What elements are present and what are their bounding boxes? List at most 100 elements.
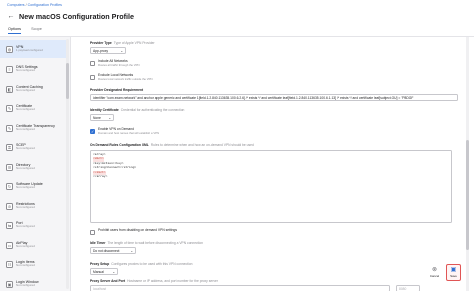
identity-certificate-value: None [93,115,101,120]
sidebar-item-airplay[interactable]: ▭ AirPlay Not configured [0,236,66,254]
globe-icon: ◍ [6,45,13,53]
airplay-icon: ▭ [6,241,13,249]
breadcrumb-computers[interactable]: Computers [7,3,25,7]
exclude-local-networks-description: Routes local network traffic outside the… [98,76,153,81]
sidebar-scrollbar[interactable] [66,39,69,289]
sidebar-item-status: Not configured [16,88,35,93]
sidebar-item-status: Not configured [16,244,35,249]
proxy-server-field[interactable]: localhost [90,285,390,291]
content-scrollbar[interactable] [466,37,469,291]
provider-type-value: App-proxy [93,48,109,53]
proxy-setup-value: Manual [93,269,104,274]
provider-type-hint: Type of Apple VPN Provider [113,41,155,45]
designated-requirement-label: Provider Designated Requirement [90,88,144,92]
cancel-icon: ⊗ [431,267,438,273]
certificate-icon: ✎ [6,104,13,112]
breadcrumb-configuration-profiles[interactable]: Configuration Profiles [28,3,62,7]
idle-timer-value: Do not disconnect [93,248,120,253]
breadcrumb: Computers / Configuration Profiles [7,3,62,7]
on-demand-rules-hint: Rules to determine when and how an on-de… [150,143,254,147]
sidebar-item-status: Not configured [16,68,35,73]
proxy-port-field[interactable]: 8080 [396,285,420,291]
sidebar-item-login-window[interactable]: ▣ Login Window Not configured [0,275,66,291]
sidebar-item-status: Not configured [16,127,35,132]
back-arrow-icon[interactable]: ← [7,12,15,20]
on-demand-rules-label: On Demand Rules Configuration XML Rules t… [90,143,254,147]
sidebar-item-certificate-transparency[interactable]: ✎ Certificate Transparency Not configured [0,119,66,137]
sidebar-item-login-items[interactable]: ☷ Login Items Not configured [0,255,66,273]
save-label: Save [450,274,457,278]
idle-timer-select[interactable]: Do not disconnect ⌄ [90,247,136,254]
proxy-setup-select[interactable]: Manual ⌄ [90,268,118,275]
identity-certificate-hint: Credential for authenticating the connec… [120,108,185,112]
include-all-networks-checkbox[interactable] [90,60,95,66]
enable-vpn-on-demand-description: Domain and host names that will establis… [98,130,160,135]
login-window-icon: ▣ [6,280,13,288]
dns-icon: ≡ [6,65,13,73]
cancel-button[interactable]: ⊗ Cancel [427,264,442,281]
title-bar: ← New macOS Configuration Profile [7,11,135,21]
sidebar-scrollbar-thumb[interactable] [66,63,69,99]
designated-requirement-field[interactable]: identifier "com.exam.network" and anchor… [90,94,458,101]
sidebar-item-content-caching[interactable]: ◧ Content Caching Not configured [0,80,66,98]
tab-scope[interactable]: Scope [31,27,42,34]
sidebar-item-status: Not configured [16,205,35,210]
sidebar-item-directory[interactable]: ☰ Directory Not configured [0,158,66,176]
include-all-networks-option[interactable]: Include All Networks Routes all traffic t… [90,59,140,67]
sidebar-item-restrictions[interactable]: ⊘ Restrictions Not configured [0,197,66,215]
proxy-server-label: Proxy Server And Port Hostname or IP addr… [90,279,218,283]
sidebar-item-status: Not configured [16,283,35,288]
identity-certificate-select[interactable]: None ⌄ [90,114,114,121]
chevron-down-icon: ⌄ [112,269,115,274]
sidebar-item-status: Not configured [16,185,35,190]
page-title: New macOS Configuration Profile [19,11,135,21]
provider-type-select[interactable]: App-proxy ⌄ [90,47,126,54]
payload-sidebar: ◍ VPN 1 payload configured ≡ DNS Settings… [0,37,71,291]
proxy-server-hint: Hostname or IP address, and port number … [127,279,218,283]
cache-icon: ◧ [6,85,13,93]
prohibit-disabling-label: Prohibit users from disabling on demand … [98,228,177,232]
enable-vpn-on-demand-checkbox[interactable]: ✓ [90,128,95,134]
content-scrollbar-thumb[interactable] [466,140,469,250]
sidebar-item-software-update[interactable]: ↻ Software Update Not configured [0,177,66,195]
exclude-local-networks-option[interactable]: Exclude Local Networks Routes local netwo… [90,73,153,81]
sidebar-item-certificate[interactable]: ✎ Certificate Not configured [0,99,66,117]
save-button[interactable]: ▣ Save [446,264,461,281]
chevron-down-icon: ⌄ [120,48,123,53]
sidebar-item-status: Not configured [16,263,35,268]
on-demand-rules-xml-textarea[interactable]: <array> <dict> <key>Action</key> <string… [90,150,452,223]
cancel-label: Cancel [429,274,440,278]
include-all-networks-description: Routes all traffic through the VPN [98,62,140,67]
exclude-local-networks-checkbox[interactable] [90,74,95,80]
idle-timer-hint: The length of time to wait before discon… [107,241,203,245]
chevron-down-icon: ⌄ [108,115,111,120]
enable-vpn-on-demand-option[interactable]: ✓ Enable VPN on Demand Domain and host na… [90,127,160,135]
sidebar-item-status: Not configured [16,107,35,112]
prohibit-disabling-option[interactable]: Prohibit users from disabling on demand … [90,228,177,235]
prohibit-disabling-checkbox[interactable] [90,229,95,235]
provider-type-label: Provider Type Type of Apple VPN Provider [90,41,155,45]
login-items-icon: ☷ [6,260,13,268]
idle-timer-label: Idle Timer The length of time to wait bef… [90,241,203,245]
sidebar-item-status: Not configured [16,224,35,229]
identity-certificate-label: Identity Certificate Credential for authe… [90,108,185,112]
sidebar-item-dns-settings[interactable]: ≡ DNS Settings Not configured [0,60,66,78]
sidebar-item-port[interactable]: ⇆ Port Not configured [0,216,66,234]
proxy-setup-label: Proxy Setup Configures proxies to be used… [90,262,193,266]
sidebar-item-status: 1 payload configured [16,48,43,53]
tab-options[interactable]: Options [8,27,22,34]
sidebar-item-status: Not configured [16,166,35,171]
directory-icon: ☰ [6,163,13,171]
restrictions-icon: ⊘ [6,202,13,210]
sidebar-item-scep[interactable]: ⚿ SCEP Not configured [0,138,66,156]
vpn-payload-form: Provider Type Type of Apple VPN Provider … [76,37,464,291]
xml-line: <array> [93,153,106,156]
software-update-icon: ↻ [6,182,13,190]
sidebar-item-vpn[interactable]: ◍ VPN 1 payload configured [0,40,66,58]
scep-icon: ⚿ [6,143,13,151]
sidebar-item-status: Not configured [16,146,35,151]
certificate-transparency-icon: ✎ [6,124,13,132]
xml-line: </array> [93,175,108,179]
chevron-down-icon: ⌄ [130,248,133,253]
xml-line: <string>Connect</string> [93,166,137,170]
